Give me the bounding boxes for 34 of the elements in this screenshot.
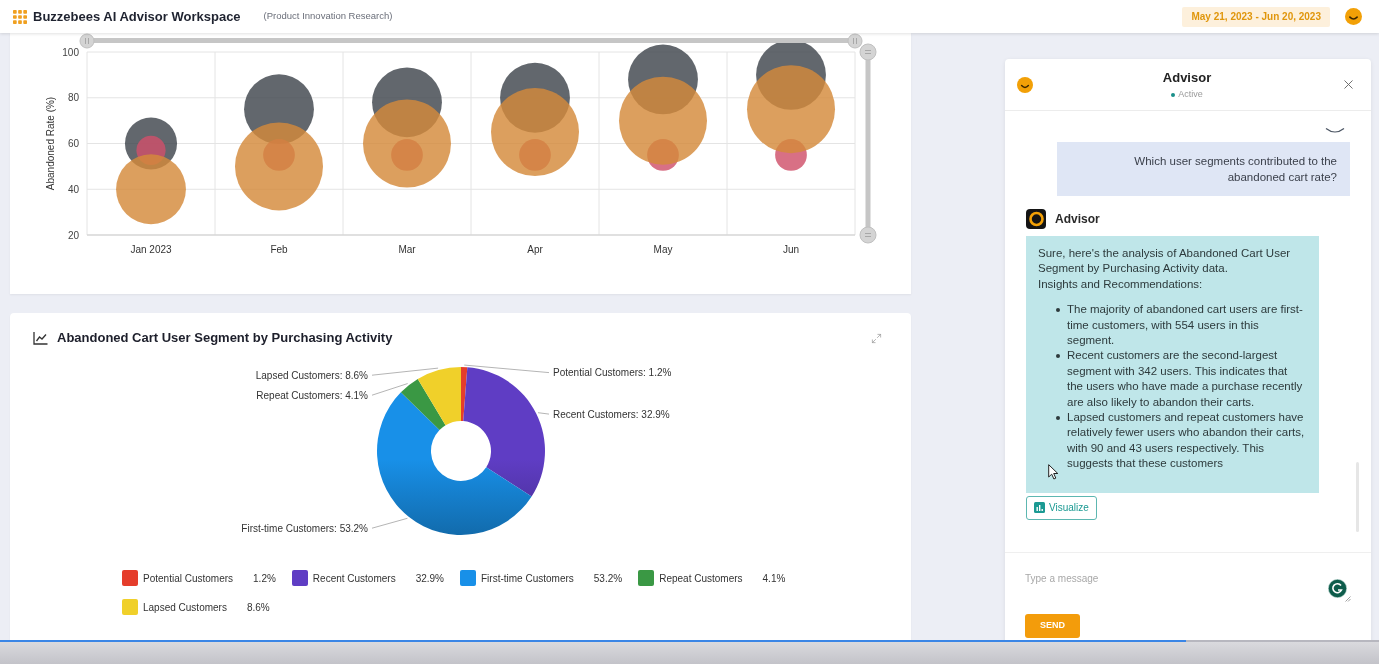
data-label: First-time Customers: 53.2% xyxy=(241,522,368,534)
bullet-text: Lapsed customers and repeat customers have relatively fewer users who abandon their carts, with 90 and 43 users respectively. This suggests that these customers xyxy=(1067,410,1305,472)
data-label: Lapsed Customers: 8.6% xyxy=(255,369,368,381)
legend-value: 8.6% xyxy=(246,600,270,615)
axis-category-label: Jun xyxy=(782,244,800,255)
card-title: Abandoned Cart User Segment by Purchasing Activity xyxy=(57,329,393,348)
panel-title: Advisor xyxy=(1162,68,1212,87)
axis-tick-label: 80 xyxy=(67,92,79,104)
message-text: Sure, here's the analysis of Abandoned Cart User Segment by Purchasing Activity data. xyxy=(1038,246,1292,277)
legend-value: 4.1% xyxy=(762,571,786,586)
data-label: Recent Customers: 32.9% xyxy=(553,408,670,420)
axis-tick-label: 40 xyxy=(67,183,79,195)
axis-category-label: Jan 2023 xyxy=(130,244,172,255)
axis-category-label: Mar xyxy=(398,244,416,255)
legend-value: 1.2% xyxy=(253,571,276,586)
app-title: Buzzebees AI Advisor Workspace xyxy=(33,7,241,26)
axis-category-label: May xyxy=(653,244,673,255)
axis-title: Abandoned Rate (%) xyxy=(45,96,56,191)
bullet-text: Recent customers are the second-largest segment with 342 users. This indicates that the users who have made a purchase recently are also likely to abandon their carts. xyxy=(1067,348,1304,410)
axis-category-label: Apr xyxy=(527,244,543,255)
status-text: Active xyxy=(1178,88,1203,101)
project-subtitle: (Product Innovation Research) xyxy=(263,9,393,24)
legend-value: 32.9% xyxy=(415,571,444,586)
bullet-text: The majority of abandoned cart users are first-time customers, with 554 users in this segment. xyxy=(1067,302,1304,349)
legend-value: 53.2% xyxy=(593,571,623,586)
axis-tick-label: 20 xyxy=(67,229,79,241)
data-label: Repeat Customers: 4.1% xyxy=(256,389,368,401)
data-label: Potential Customers: 1.2% xyxy=(553,367,672,379)
axis-tick-label: 100 xyxy=(62,46,79,58)
axis-tick-label: 60 xyxy=(67,138,79,149)
sender-name: Advisor xyxy=(1055,211,1100,228)
message-heading: Insights and Recommendations: xyxy=(1038,276,1204,292)
axis-category-label: Feb xyxy=(270,244,288,255)
user-message: Which user segments contributed to the abandoned cart rate? xyxy=(1057,142,1350,196)
